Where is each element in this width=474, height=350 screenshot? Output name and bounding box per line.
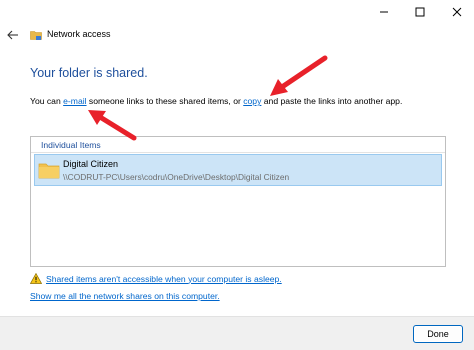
network-folder-icon	[30, 31, 42, 40]
warning-icon	[30, 273, 42, 284]
desc-prefix: You can	[30, 96, 64, 106]
list-item[interactable]: Digital Citizen \\CODRUT-PC\Users\codru\…	[34, 154, 442, 186]
done-button[interactable]: Done	[413, 325, 463, 343]
back-button[interactable]	[6, 28, 20, 42]
shared-items-list[interactable]: Individual Items Digital Citizen \\CODRU…	[30, 136, 446, 267]
arrow-to-email	[88, 110, 137, 141]
group-header-label: Individual Items	[41, 140, 101, 150]
show-network-shares-link[interactable]: Show me all the network shares on this c…	[30, 291, 220, 301]
item-path: \\CODRUT-PC\Users\codru\OneDrive\Desktop…	[63, 172, 290, 182]
network-access-window: Network access Your folder is shared. Yo…	[0, 0, 474, 350]
maximize-button[interactable]	[401, 0, 439, 24]
close-button[interactable]	[438, 0, 474, 24]
sleep-warning: Shared items aren't accessible when your…	[30, 273, 282, 284]
email-link[interactable]: e-mail	[63, 96, 86, 106]
description-text: You can e-mail someone links to these sh…	[30, 96, 402, 106]
dialog-footer: Done	[0, 316, 474, 350]
desc-suffix: and paste the links into another app.	[261, 96, 403, 106]
arrow-to-copy	[270, 55, 328, 96]
list-group-header: Individual Items	[31, 137, 445, 153]
page-heading: Your folder is shared.	[30, 66, 148, 80]
back-arrow-icon	[7, 30, 18, 40]
maximize-icon	[415, 7, 425, 17]
close-icon	[452, 7, 462, 17]
sleep-warning-link[interactable]: Shared items aren't accessible when your…	[46, 274, 282, 284]
copy-link[interactable]: copy	[243, 96, 261, 106]
folder-icon	[38, 163, 60, 179]
desc-middle: someone links to these shared items, or	[86, 96, 244, 106]
item-name: Digital Citizen	[63, 159, 119, 169]
window-title: Network access	[47, 29, 111, 39]
minimize-button[interactable]	[365, 0, 403, 24]
minimize-icon	[380, 11, 388, 13]
